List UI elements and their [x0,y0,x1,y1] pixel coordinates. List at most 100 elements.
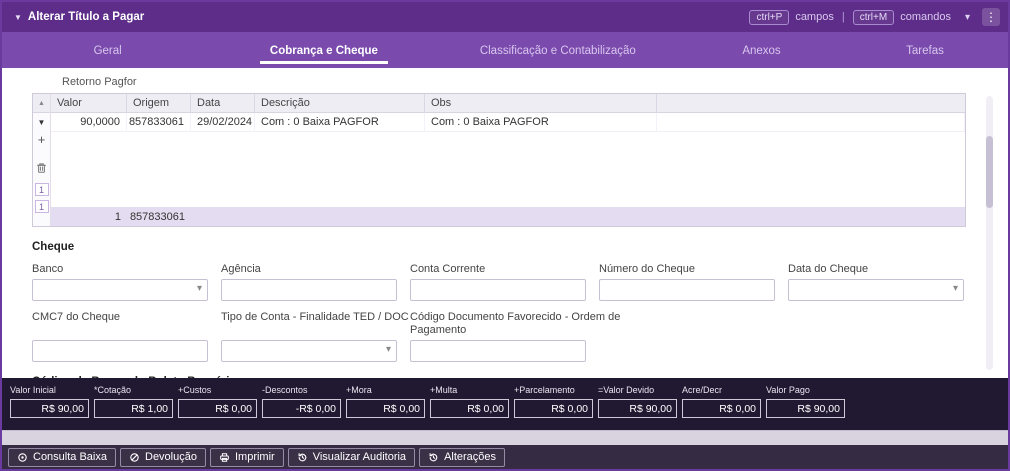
tab-bar: Geral Cobrança e Cheque Classificação e … [2,32,1008,68]
retorno-pagfor-grid: ▲ ▼ + 1 1 Valor Origem Data Descrição Ob… [32,93,966,227]
column-header-origem[interactable]: Origem [127,94,191,112]
cmc7-label: CMC7 do Cheque [32,311,121,323]
data-cheque-field: Data do Cheque ▾ [788,255,964,301]
tab-classificacao-e-contabilizacao[interactable]: Classificação e Contabilização [435,32,681,68]
cheque-row-1: Banco ▾ Agência Conta Corrente Número do… [32,255,966,301]
total-value: R$ 90,00 [598,399,677,418]
numero-cheque-input[interactable] [599,279,775,301]
total-label: =Valor Devido [598,385,655,395]
vertical-scrollbar-thumb[interactable] [986,136,993,208]
conta-corrente-label: Conta Corrente [410,263,486,275]
button-label: Alterações [444,451,497,463]
slash-circle-icon [130,452,139,462]
consulta-baixa-button[interactable]: Consulta Baixa [8,447,116,467]
kebab-menu-icon[interactable]: ⋮ [982,8,1000,26]
total-mora: +Mora R$ 0,00 [346,385,425,418]
vertical-scrollbar[interactable] [986,96,993,370]
delete-row-button[interactable] [36,161,47,179]
imprimir-button[interactable]: Imprimir [209,447,284,467]
conta-corrente-input[interactable] [410,279,586,301]
table-row[interactable]: 90,0000 857833061 29/02/2024 Com : 0 Bai… [51,113,965,132]
tab-tarefas[interactable]: Tarefas [842,32,1008,68]
separator: | [841,11,845,23]
total-acre-decr: Acre/Decr R$ 0,00 [682,385,761,418]
totals-bar: Valor Inicial R$ 90,00 *Cotação R$ 1,00 … [2,378,1008,430]
cheque-row-2: CMC7 do Cheque Tipo de Conta - Finalidad… [32,301,966,362]
total-custos: +Custos R$ 0,00 [178,385,257,418]
shortcut-comandos-label: comandos [900,11,951,23]
grid-main: Valor Origem Data Descrição Obs 90,0000 … [51,94,965,226]
tab-geral[interactable]: Geral [2,32,213,68]
grid-header-row: Valor Origem Data Descrição Obs [51,94,965,113]
conta-corrente-field: Conta Corrente [410,255,586,301]
window-title: Alterar Título a Pagar [27,11,145,23]
data-cheque-label: Data do Cheque [788,263,869,275]
total-cotacao: *Cotação R$ 1,00 [94,385,173,418]
total-value: R$ 0,00 [346,399,425,418]
add-row-button[interactable]: + [38,131,46,147]
column-header-data[interactable]: Data [191,94,255,112]
total-value: R$ 90,00 [10,399,89,418]
total-label: +Multa [430,385,458,395]
codigo-doc-label: Código Documento Favorecido - Ordem de P… [410,311,621,336]
total-parcelamento: +Parcelamento R$ 0,00 [514,385,593,418]
summary-origem: 857833061 [129,210,185,223]
agencia-input[interactable] [221,279,397,301]
total-label: +Custos [178,385,212,395]
button-label: Consulta Baixa [33,451,107,463]
titlebar-left: ▼ Alterar Título a Pagar [10,11,144,23]
shortcut-comandos-key: ctrl+M [852,9,895,25]
tab-label: Anexos [742,45,781,57]
shortcut-campos-label: campos [795,11,834,23]
row-marker-icon[interactable]: ▼ [38,113,46,131]
grid-gutter: ▲ ▼ + 1 1 [33,94,51,226]
total-value: -R$ 0,00 [262,399,341,418]
chevron-down-icon[interactable]: ▾ [965,12,970,23]
tipo-conta-label: Tipo de Conta - Finalidade TED / DOC [221,311,409,323]
tab-anexos[interactable]: Anexos [681,32,842,68]
devolucao-button[interactable]: Devolução [120,447,206,467]
button-label: Devolução [145,451,197,463]
tab-label: Cobrança e Cheque [259,36,388,64]
cell-obs: Com : 0 Baixa PAGFOR [425,113,657,131]
record-circle-icon [18,452,27,462]
total-label: Valor Inicial [10,385,56,395]
cell-descricao: Com : 0 Baixa PAGFOR [255,113,425,131]
history-icon [298,452,307,461]
grid-pager-2[interactable]: 1 [34,200,49,213]
button-label: Imprimir [234,451,275,463]
numero-cheque-field: Número do Cheque [599,255,775,301]
tab-label: Tarefas [906,45,944,57]
collapse-caret-icon[interactable]: ▼ [14,13,22,22]
column-header-descricao[interactable]: Descrição [255,94,425,112]
total-valor-pago: Valor Pago R$ 90,00 [766,385,845,418]
grid-summary-row: 1 857833061 [51,207,965,226]
cmc7-input[interactable] [32,340,208,362]
total-label: +Parcelamento [514,385,575,395]
boleto-section-title: Código de Barras do Boleto Bancário [32,376,1008,378]
column-header-obs[interactable]: Obs [425,94,657,112]
banco-select[interactable]: ▾ [32,279,208,301]
column-header-valor[interactable]: Valor [51,94,127,112]
data-cheque-select[interactable]: ▾ [788,279,964,301]
shortcut-campos-key: ctrl+P [749,9,790,25]
alteracoes-button[interactable]: Alterações [419,447,506,467]
footer-toolbar: Consulta Baixa Devolução Imprimir Visual… [2,445,1008,469]
total-label: Acre/Decr [682,385,723,395]
grid-empty-area [51,132,965,207]
tipo-conta-select[interactable]: ▾ [221,340,397,362]
tab-label: Classificação e Contabilização [479,45,636,57]
grid-pager-1[interactable]: 1 [34,183,49,196]
total-value: R$ 0,00 [682,399,761,418]
total-value: R$ 0,00 [430,399,509,418]
numero-cheque-label: Número do Cheque [599,263,696,275]
titlebar: ▼ Alterar Título a Pagar ctrl+P campos |… [2,2,1008,32]
cell-valor: 90,0000 [51,113,127,131]
total-multa: +Multa R$ 0,00 [430,385,509,418]
status-strip [2,430,1008,445]
tab-cobranca-e-cheque[interactable]: Cobrança e Cheque [213,32,434,68]
sort-asc-icon[interactable]: ▲ [33,94,50,113]
button-label: Visualizar Auditoria [312,451,407,463]
codigo-doc-input[interactable] [410,340,586,362]
visualizar-auditoria-button[interactable]: Visualizar Auditoria [287,447,416,467]
